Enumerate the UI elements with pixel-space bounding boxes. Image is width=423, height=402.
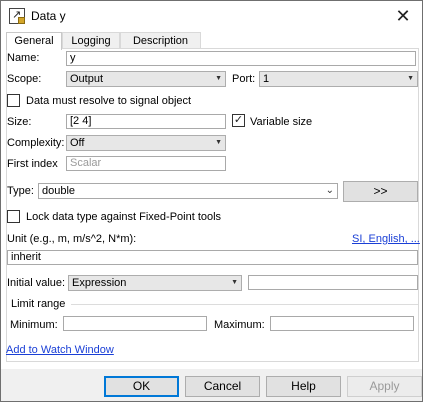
initial-value-label: Initial value: [7, 277, 66, 289]
help-button[interactable]: Help [266, 376, 341, 397]
complexity-value: Off [70, 137, 85, 149]
window-title: Data y [31, 9, 66, 23]
lock-data-type-label: Lock data type against Fixed-Point tools [26, 211, 222, 223]
cancel-button[interactable]: Cancel [185, 376, 260, 397]
add-to-watch-window-link[interactable]: Add to Watch Window [6, 344, 114, 356]
size-label: Size: [7, 116, 32, 128]
complexity-dropdown[interactable]: Off ▼ [66, 135, 226, 151]
port-value: 1 [263, 73, 270, 85]
port-label: Port: [232, 73, 256, 85]
chevron-down-icon: ⌄ [325, 185, 334, 196]
minimum-label: Minimum: [10, 319, 58, 331]
title-bar: ↗ Data y ✕ [1, 1, 422, 31]
data-type-assistant-button[interactable]: >> [343, 181, 418, 202]
ok-button[interactable]: OK [104, 376, 179, 397]
chevron-down-icon: ▼ [215, 75, 222, 82]
must-resolve-checkbox[interactable] [7, 94, 20, 107]
maximum-field[interactable] [270, 316, 414, 331]
tab-logging[interactable]: Logging [62, 32, 120, 49]
size-field[interactable]: [2 4] [66, 114, 226, 129]
checkmark-icon: ✓ [233, 114, 244, 126]
lock-data-type-checkbox[interactable] [7, 210, 20, 223]
chevron-down-icon: ▼ [215, 139, 222, 146]
unit-field[interactable]: inherit [7, 250, 418, 265]
data-properties-dialog: ↗ Data y ✕ General Logging Description N… [0, 0, 423, 402]
apply-button[interactable]: Apply [347, 376, 422, 397]
chevron-down-icon: ▼ [407, 75, 414, 82]
scope-value: Output [70, 73, 104, 85]
unit-systems-link[interactable]: SI, English, ... [352, 233, 420, 245]
type-value: double [42, 185, 76, 197]
simulink-data-icon: ↗ [9, 8, 25, 24]
initial-value-mode: Expression [72, 277, 127, 289]
maximum-label: Maximum: [214, 319, 265, 331]
type-dropdown[interactable]: double ⌄ [38, 183, 338, 199]
variable-size-label: Variable size [250, 116, 313, 128]
first-index-label: First index [7, 158, 58, 170]
port-dropdown[interactable]: 1 ▼ [259, 71, 418, 87]
chevron-down-icon: ▼ [231, 279, 238, 286]
close-icon[interactable]: ✕ [392, 5, 414, 27]
limit-range-label: Limit range [11, 298, 66, 310]
must-resolve-label: Data must resolve to signal object [26, 95, 192, 107]
minimum-field[interactable] [63, 316, 207, 331]
scope-dropdown[interactable]: Output ▼ [66, 71, 226, 87]
tab-description[interactable]: Description [120, 32, 201, 49]
scope-label: Scope: [7, 73, 42, 85]
limit-range-divider [71, 304, 418, 305]
initial-value-field[interactable] [248, 275, 418, 290]
first-index-field[interactable]: Scalar [66, 156, 226, 171]
name-field[interactable]: y [66, 51, 416, 66]
variable-size-checkbox[interactable]: ✓ [232, 114, 245, 127]
tab-general[interactable]: General [6, 32, 62, 50]
unit-label: Unit (e.g., m, m/s^2, N*m): [7, 233, 137, 245]
complexity-label: Complexity: [7, 137, 65, 149]
name-label: Name: [7, 52, 40, 64]
initial-value-mode-dropdown[interactable]: Expression ▼ [68, 275, 242, 291]
type-label: Type: [7, 185, 34, 197]
